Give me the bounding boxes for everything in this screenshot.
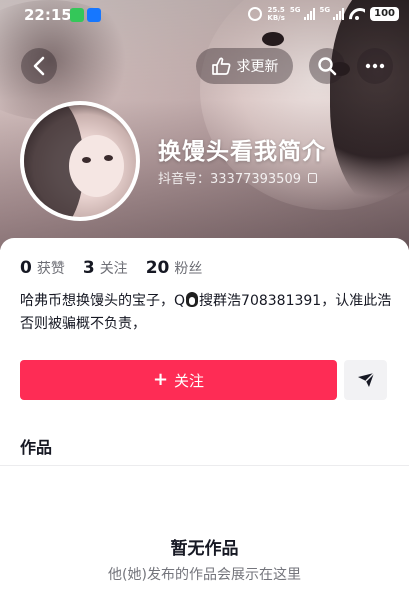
profile-content: 0 获赞 3 关注 20 粉丝 哈弗币想换馒头的宝子，Q 搜群浩708381391… bbox=[0, 238, 409, 612]
signal-icon bbox=[303, 8, 315, 20]
wifi-icon bbox=[349, 8, 365, 20]
hand-point-icon bbox=[211, 57, 230, 75]
avatar[interactable] bbox=[20, 101, 140, 221]
plus-icon: + bbox=[152, 369, 169, 390]
tab-divider bbox=[0, 465, 409, 466]
bio-text-start: 哈弗币想换馒头的宝子，Q bbox=[20, 293, 186, 309]
stat-likes: 0 获赞 bbox=[20, 258, 65, 278]
douyin-id-text: 抖音号：33377393509 bbox=[158, 172, 301, 187]
empty-state-subtitle: 他(她)发布的作品会展示在这里 bbox=[108, 567, 301, 583]
douyin-id[interactable]: 抖音号：33377393509 bbox=[158, 168, 317, 187]
search-button[interactable] bbox=[309, 48, 345, 84]
wechat-notification-icon bbox=[70, 8, 84, 22]
chevron-left-icon bbox=[33, 56, 45, 76]
copy-icon[interactable] bbox=[307, 172, 317, 183]
status-bar: 22:15 25.5 KB/s 5G 5G 100 bbox=[0, 0, 409, 30]
stat-followers-label: 粉丝 bbox=[174, 261, 203, 277]
tab-works[interactable]: 作品 bbox=[20, 434, 52, 458]
profile-stats: 0 获赞 3 关注 20 粉丝 bbox=[20, 258, 202, 278]
battery-indicator: 100 bbox=[370, 7, 399, 21]
more-button[interactable] bbox=[357, 48, 393, 84]
sim1-label: 5G bbox=[289, 6, 301, 14]
alarm-icon bbox=[248, 7, 263, 21]
sim2-label: 5G bbox=[319, 6, 331, 14]
signal-icon bbox=[333, 8, 345, 20]
profile-bio: 哈弗币想换馒头的宝子，Q 搜群浩708381391，认准此浩否则被骗概不负责， bbox=[20, 290, 392, 336]
request-update-label: 求更新 bbox=[236, 59, 279, 75]
direct-message-button[interactable] bbox=[344, 360, 387, 400]
app-notification-icon bbox=[87, 8, 101, 22]
avatar-image bbox=[24, 105, 136, 217]
stat-followers[interactable]: 20 粉丝 bbox=[146, 258, 203, 278]
stat-following-label: 关注 bbox=[99, 261, 128, 277]
stat-followers-value: 20 bbox=[145, 258, 170, 278]
stat-following-value: 3 bbox=[82, 258, 95, 278]
stat-likes-value: 0 bbox=[20, 258, 32, 278]
network-speed: 25.5 KB/s bbox=[267, 6, 285, 22]
more-dots-icon bbox=[365, 63, 385, 69]
penguin-icon bbox=[186, 292, 199, 307]
follow-label: 关注 bbox=[174, 371, 205, 390]
search-icon bbox=[318, 57, 337, 76]
back-button[interactable] bbox=[21, 48, 57, 84]
send-arrow-icon bbox=[357, 372, 374, 387]
profile-nickname: 换馒头看我简介 bbox=[158, 139, 326, 165]
stat-following[interactable]: 3 关注 bbox=[83, 258, 128, 278]
stat-likes-label: 获赞 bbox=[36, 261, 65, 277]
empty-state-title: 暂无作品 bbox=[170, 539, 239, 559]
request-update-button[interactable]: 求更新 bbox=[196, 48, 293, 84]
status-time: 22:15 bbox=[24, 6, 72, 24]
follow-button[interactable]: + 关注 bbox=[20, 360, 337, 400]
